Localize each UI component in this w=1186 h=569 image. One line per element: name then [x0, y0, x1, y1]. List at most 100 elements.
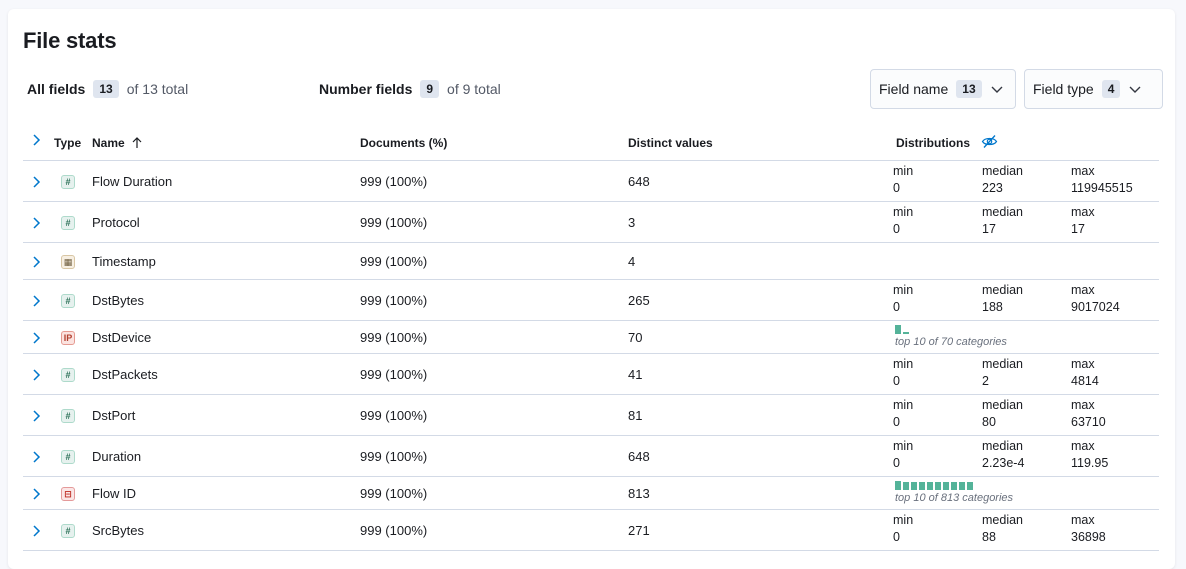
field-type-ip-icon: IP [61, 331, 75, 345]
stat-median: median 223 [982, 163, 1023, 197]
stat-max-label: max [1071, 398, 1095, 412]
field-type-number-icon: # [61, 450, 75, 464]
stat-median: median 188 [982, 282, 1023, 316]
stat-median: median 80 [982, 397, 1023, 431]
stat-min-label: min [893, 357, 914, 371]
category-bar [903, 482, 909, 490]
distinct-values: 3 [628, 215, 636, 230]
field-type-filter-count: 4 [1101, 80, 1121, 98]
header-type[interactable]: Type [54, 136, 81, 150]
table-row[interactable]: ⊟ Flow ID 999 (100%) 813 top 10 of 813 categ… [23, 477, 1159, 510]
stat-median-label: median [982, 205, 1023, 219]
header-distinct[interactable]: Distinct values [628, 136, 713, 150]
sort-ascending-icon [132, 137, 142, 148]
distinct-values: 41 [628, 367, 643, 382]
table-row[interactable]: IP DstDevice 999 (100%) 70 top 10 of 70 cate… [23, 321, 1159, 354]
header-name-label: Name [92, 136, 125, 150]
field-type-number-icon: # [61, 175, 75, 189]
field-name: DstDevice [92, 330, 152, 345]
expand-row-icon[interactable] [30, 294, 42, 308]
table-row[interactable]: # DstBytes 999 (100%) 265 min 0 median 188 max 90… [23, 280, 1159, 321]
field-type-number-icon: # [61, 368, 75, 382]
expand-row-icon[interactable] [30, 487, 42, 501]
field-type-filter-label: Field type [1033, 81, 1094, 97]
stat-median: median 17 [982, 204, 1023, 238]
number-fields-badge: 9 [420, 80, 440, 98]
distinct-values: 648 [628, 174, 650, 189]
stat-max-value: 119945515 [1071, 181, 1133, 195]
stat-min-label: min [893, 205, 914, 219]
table-row[interactable]: ▦ Timestamp 999 (100%) 4 [23, 243, 1159, 280]
expand-row-icon[interactable] [30, 409, 42, 423]
top-categories-label: top 10 of 813 categories [895, 492, 1014, 504]
stat-max-label: max [1071, 283, 1095, 297]
eye-closed-icon[interactable] [981, 134, 998, 149]
stat-min-value: 0 [893, 222, 900, 236]
all-fields-suffix: of 13 total [126, 81, 189, 97]
expand-all-icon[interactable] [30, 133, 42, 147]
stat-min-value: 0 [893, 374, 900, 388]
chevron-down-icon [1129, 86, 1141, 93]
stat-median-value: 188 [982, 300, 1003, 314]
field-name-filter-count: 13 [956, 80, 982, 98]
stat-median-label: median [982, 513, 1023, 527]
table-row[interactable]: # Protocol 999 (100%) 3 min 0 median 17 max 17 [23, 202, 1159, 243]
table-row[interactable]: # Flow Duration 999 (100%) 648 min 0 median 223… [23, 161, 1159, 202]
category-bar [895, 481, 901, 490]
expand-row-icon[interactable] [30, 175, 42, 189]
field-type-keyword-icon: ⊟ [61, 487, 75, 501]
field-type-filter[interactable]: Field type 4 [1024, 69, 1163, 109]
table-row[interactable]: # DstPort 999 (100%) 81 min 0 median 80 max 63710 [23, 395, 1159, 436]
stat-max: max 17 [1071, 204, 1095, 238]
stat-median: median 2 [982, 356, 1023, 390]
expand-row-icon[interactable] [30, 524, 42, 538]
expand-row-icon[interactable] [30, 368, 42, 382]
header-name[interactable]: Name [92, 136, 143, 150]
documents-count: 999 (100%) [360, 367, 428, 382]
field-type-number-icon: # [61, 524, 75, 538]
stat-min: min 0 [893, 204, 913, 238]
field-name-filter[interactable]: Field name 13 [870, 69, 1016, 109]
stat-max: max 36898 [1071, 512, 1106, 546]
stat-median: median 88 [982, 512, 1023, 546]
category-bar [895, 325, 901, 334]
stat-min: min 0 [893, 512, 913, 546]
stat-min-value: 0 [893, 181, 900, 195]
category-bar [943, 482, 949, 490]
category-bar [935, 482, 941, 490]
number-fields-label: Number fields [319, 81, 413, 97]
stat-min-value: 0 [893, 530, 900, 544]
documents-count: 999 (100%) [360, 174, 428, 189]
distinct-values: 4 [628, 254, 636, 269]
fields-table: Type Name Documents (%) Distinct values … [23, 124, 1159, 551]
stat-max: max 119945515 [1071, 163, 1133, 197]
documents-count: 999 (100%) [360, 408, 428, 423]
all-fields-label: All fields [27, 81, 86, 97]
number-fields-suffix: of 9 total [447, 81, 501, 97]
category-bars [895, 325, 909, 334]
stat-max-value: 119.95 [1071, 456, 1109, 470]
stat-median-label: median [982, 164, 1023, 178]
stat-max: max 119.95 [1071, 438, 1108, 472]
expand-row-icon[interactable] [30, 255, 42, 269]
header-documents[interactable]: Documents (%) [360, 136, 447, 150]
header-distributions: Distributions [896, 136, 970, 150]
stat-max: max 63710 [1071, 397, 1106, 431]
expand-row-icon[interactable] [30, 450, 42, 464]
stat-max-label: max [1071, 357, 1095, 371]
category-bars [895, 481, 973, 490]
expand-row-icon[interactable] [30, 331, 42, 345]
stat-min-label: min [893, 164, 914, 178]
field-name: DstBytes [92, 293, 145, 308]
stat-min-label: min [893, 439, 914, 453]
table-row[interactable]: # DstPackets 999 (100%) 41 min 0 median 2 max 481… [23, 354, 1159, 395]
stat-median-label: median [982, 283, 1023, 297]
stat-median: median 2.23e-4 [982, 438, 1024, 472]
table-row[interactable]: # Duration 999 (100%) 648 min 0 median 2.23e-4 m… [23, 436, 1159, 477]
stat-median-value: 2 [982, 374, 989, 388]
stat-median-value: 80 [982, 415, 996, 429]
expand-row-icon[interactable] [30, 216, 42, 230]
stat-min: min 0 [893, 356, 913, 390]
field-type-date-icon: ▦ [61, 255, 75, 269]
distinct-values: 648 [628, 449, 650, 464]
